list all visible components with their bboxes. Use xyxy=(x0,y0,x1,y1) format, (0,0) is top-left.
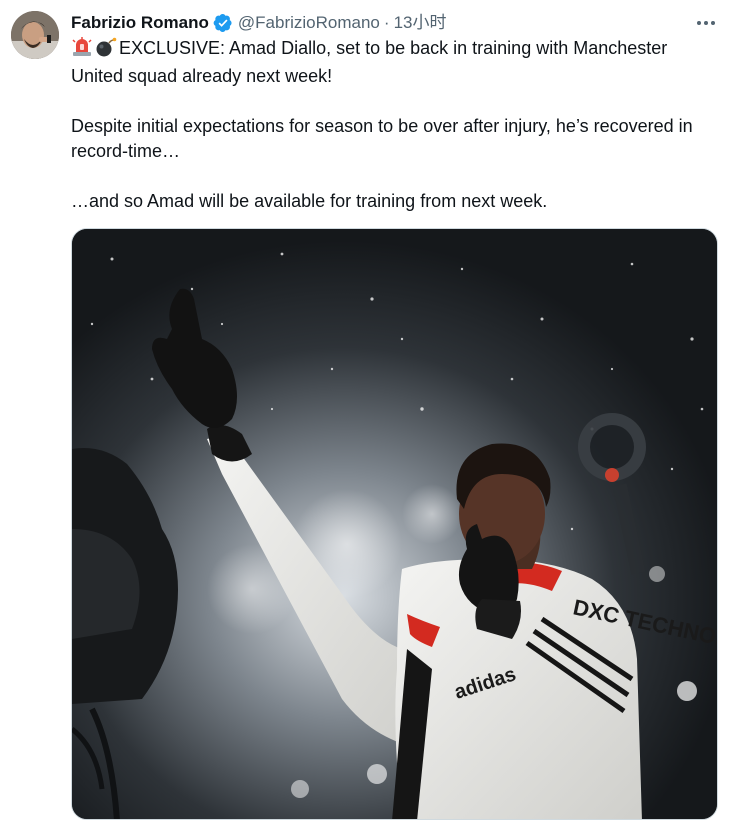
more-options-icon[interactable] xyxy=(695,12,717,34)
author-display-name[interactable]: Fabrizio Romano xyxy=(71,12,209,34)
avatar[interactable] xyxy=(11,11,59,59)
tweet-line-1: EXCLUSIVE: Amad Diallo, set to be back i… xyxy=(71,38,668,86)
tweet-timestamp[interactable]: 13小时 xyxy=(394,12,447,34)
author-handle[interactable]: @FabrizioRomano xyxy=(238,12,380,34)
tweet-line-2: Despite initial expectations for season … xyxy=(71,116,693,161)
verified-badge-icon xyxy=(213,13,233,33)
tweet-media-photo[interactable]: DXC TECHNOLOGY adidas xyxy=(71,228,718,820)
tweet-line-3: …and so Amad will be available for train… xyxy=(71,191,548,211)
tweet-card: Fabrizio Romano @FabrizioRomano · 13小时 E… xyxy=(0,0,731,826)
bomb-icon xyxy=(95,37,117,64)
player-celebration-photo: DXC TECHNOLOGY adidas xyxy=(72,229,717,819)
tweet-text: EXCLUSIVE: Amad Diallo, set to be back i… xyxy=(71,36,721,214)
tweet-header: Fabrizio Romano @FabrizioRomano · 13小时 xyxy=(71,11,446,35)
header-separator: · xyxy=(383,13,390,32)
avatar-image xyxy=(11,11,59,59)
tweet-paragraph-1: EXCLUSIVE: Amad Diallo, set to be back i… xyxy=(71,36,721,89)
rotating-light-icon xyxy=(71,37,93,64)
